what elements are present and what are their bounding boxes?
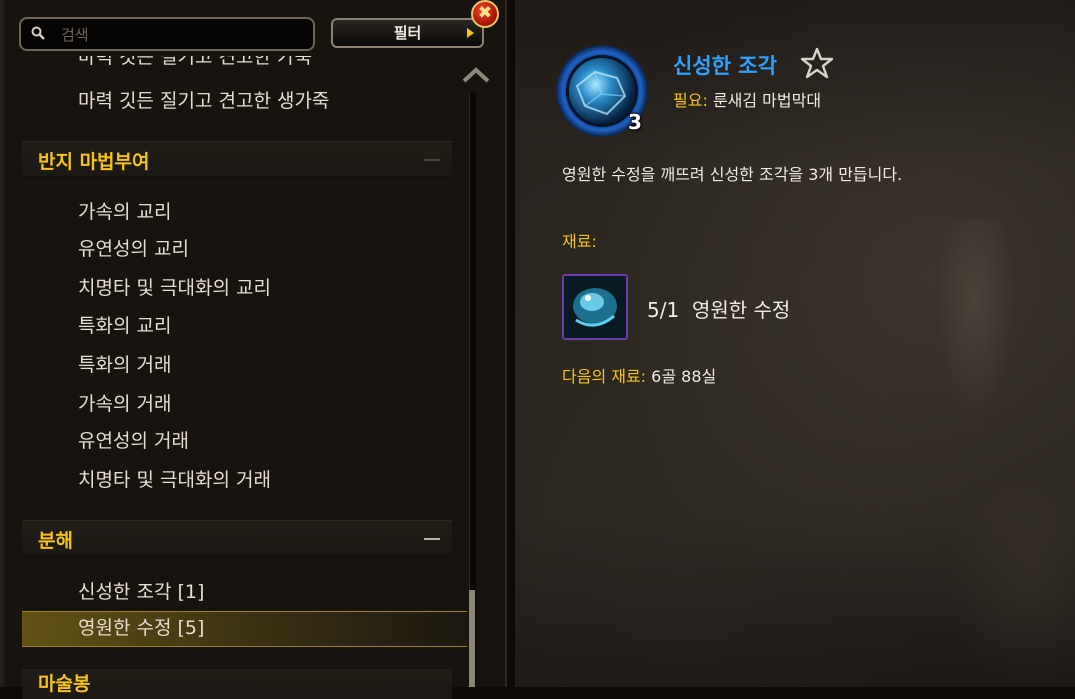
collapse-icon[interactable]	[424, 538, 440, 540]
scroll-up-icon[interactable]	[461, 66, 491, 84]
item-count: 3	[628, 110, 642, 134]
list-item[interactable]: 가속의 교리	[78, 197, 171, 224]
reagent-icon[interactable]	[562, 274, 628, 340]
list-item-selected[interactable]: 영원한 수정 [5]	[78, 613, 204, 640]
reagent-need: 1	[666, 298, 680, 322]
list-item-label: 마력 깃든 질기고 견고한 가죽	[78, 56, 312, 66]
list-item[interactable]: 특화의 거래	[78, 350, 171, 377]
filter-button[interactable]: 필터	[331, 18, 484, 48]
category-header-wands[interactable]: 마술봉	[22, 669, 452, 699]
list-item[interactable]: 치명타 및 극대화의 교리	[78, 273, 271, 300]
category-header-disenchant[interactable]: 분해	[22, 520, 452, 556]
category-header-ring-enchant[interactable]: 반지 마법부여	[22, 141, 452, 177]
background-decoration	[935, 220, 1015, 420]
reagent-name: 영원한 수정	[691, 298, 791, 322]
search-input[interactable]	[59, 23, 303, 47]
requirement-line: 필요: 룬새김 마법막대	[673, 87, 821, 111]
search-icon	[31, 26, 45, 40]
reagent-have: 5	[647, 298, 660, 322]
list-item[interactable]: 마력 깃든 질기고 견고한 가죽	[78, 56, 338, 66]
background-decoration	[945, 470, 1075, 687]
cost-label: 다음의 재료:	[562, 367, 647, 386]
search-box[interactable]	[19, 17, 315, 51]
filter-arrow-icon	[467, 28, 474, 38]
list-item[interactable]: 치명타 및 극대화의 거래	[78, 465, 271, 492]
list-item[interactable]: 마력 깃든 질기고 견고한 생가죽	[78, 86, 329, 113]
list-item[interactable]: 유연성의 거래	[78, 426, 189, 453]
category-title: 반지 마법부여	[38, 151, 150, 173]
collapse-icon[interactable]	[424, 159, 440, 161]
list-item[interactable]: 신성한 조각 [1]	[78, 577, 204, 604]
recipe-list-panel: 필터 ✖ 마력 깃든 질기고 견고한 가죽 마력 깃든 질기고 견고한 생가죽 …	[0, 0, 507, 699]
materials-label: 재료:	[562, 232, 597, 251]
scrollbar-thumb[interactable]	[469, 590, 475, 687]
item-name[interactable]: 신성한 조각	[673, 50, 777, 80]
category-title: 분해	[38, 530, 73, 552]
reagent-line: 5/1 영원한 수정	[647, 298, 791, 322]
recipe-description: 영원한 수정을 깨뜨려 신성한 조각을 3개 만듭니다.	[562, 165, 903, 184]
list-item[interactable]: 유연성의 교리	[78, 234, 189, 261]
requirement-value: 룬새김 마법막대	[712, 91, 822, 110]
category-title: 마술봉	[38, 673, 91, 695]
list-item[interactable]: 특화의 교리	[78, 311, 171, 338]
list-item[interactable]: 가속의 거래	[78, 389, 171, 416]
cost-value: 6골 88실	[651, 367, 717, 386]
filter-button-label: 필터	[393, 24, 422, 42]
close-icon[interactable]: ✖	[471, 0, 499, 28]
cost-line: 다음의 재료: 6골 88실	[562, 363, 716, 387]
favorite-star-icon[interactable]	[800, 47, 834, 79]
requirement-label: 필요:	[673, 91, 708, 110]
